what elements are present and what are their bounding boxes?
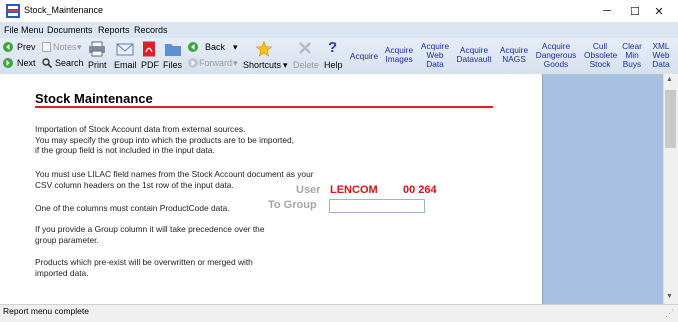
star-icon xyxy=(256,41,272,57)
group-label: To Group xyxy=(268,199,317,211)
forward-icon xyxy=(188,58,198,68)
scroll-down-icon[interactable]: ▼ xyxy=(666,293,673,300)
shortcuts-dropdown-icon: ▾ xyxy=(283,60,288,70)
acquire-label: Acquire xyxy=(349,51,379,61)
prev-label: Prev xyxy=(17,42,36,52)
email-label: Email xyxy=(114,60,137,70)
text-line: imported data. xyxy=(35,267,89,278)
clear-min-buys-label-3: Buys xyxy=(622,59,642,69)
acquire-datavault-button[interactable]: Acquire Datavault xyxy=(455,46,493,64)
close-button[interactable]: ✕ xyxy=(640,0,678,22)
productcode-paragraph: One of the columns must contain ProductC… xyxy=(35,203,230,214)
text-line: Importation of Stock Account data from e… xyxy=(35,124,246,134)
shortcuts-label: Shortcuts xyxy=(243,60,282,70)
cull-obsolete-stock-button[interactable]: Cull Obsolete Stock xyxy=(584,42,617,69)
search-label: Search xyxy=(55,58,84,68)
intro-paragraph: Importation of Stock Account data from e… xyxy=(35,124,294,156)
printer-icon xyxy=(89,41,105,57)
acquire-web-data-button[interactable]: Acquire Web Data xyxy=(420,42,450,69)
user-label: User xyxy=(296,184,321,196)
acquire-dangerous-goods-label-3: Goods xyxy=(543,59,569,69)
status-bar xyxy=(0,304,678,322)
print-label: Print xyxy=(88,60,107,70)
notes-label: Notes xyxy=(53,42,77,52)
next-label: Next xyxy=(17,58,36,68)
forward-label: Forward xyxy=(199,58,233,68)
group-input[interactable] xyxy=(329,199,425,213)
clear-min-buys-button[interactable]: Clear Min Buys xyxy=(619,42,645,69)
forward-dropdown-icon: ▾ xyxy=(233,58,238,68)
delete-label: Delete xyxy=(293,60,320,70)
menu-reports[interactable]: Reports xyxy=(98,25,130,35)
acquire-images-label-2: Images xyxy=(385,54,413,64)
help-icon: ? xyxy=(328,39,338,56)
menu-documents[interactable]: Documents xyxy=(47,25,93,35)
notes-icon xyxy=(42,42,51,52)
pdf-icon xyxy=(143,41,155,57)
text-line: group parameter. xyxy=(35,234,99,245)
xml-web-data-button[interactable]: XML Web Data xyxy=(647,42,675,69)
xml-web-data-label-3: Data xyxy=(652,59,670,69)
scroll-thumb[interactable] xyxy=(665,90,676,148)
acquire-web-data-label-3: Data xyxy=(426,59,444,69)
notes-dropdown-icon: ▾ xyxy=(77,42,82,52)
text-line: You may specify the group into which the… xyxy=(35,134,294,145)
app-icon xyxy=(6,4,20,18)
resize-grip-icon[interactable]: ⋰ xyxy=(665,308,674,319)
text-line: One of the columns must contain ProductC… xyxy=(35,203,230,213)
delete-icon xyxy=(299,42,311,54)
page-title: Stock Maintenance xyxy=(35,91,153,106)
user-value: LENCOM xyxy=(330,184,378,196)
side-panel xyxy=(542,74,664,304)
acquire-nags-button[interactable]: Acquire NAGS xyxy=(498,46,530,64)
email-icon xyxy=(116,43,134,56)
arrow-left-icon xyxy=(3,42,13,52)
acquire-button[interactable]: Acquire xyxy=(349,52,379,61)
text-line: CSV column headers on the 1st row of the… xyxy=(35,179,234,190)
scroll-up-icon[interactable]: ▲ xyxy=(666,76,673,83)
folder-icon xyxy=(165,44,181,56)
files-label: Files xyxy=(163,60,183,70)
back-dropdown-icon: ▾ xyxy=(233,42,238,52)
acquire-images-button[interactable]: Acquire Images xyxy=(384,46,414,64)
overwrite-paragraph: Products which pre-exist will be overwri… xyxy=(35,257,253,278)
back-icon xyxy=(188,42,198,52)
group-column-paragraph: If you provide a Group column it will ta… xyxy=(35,224,265,245)
acquire-datavault-label-2: Datavault xyxy=(456,54,492,64)
menu-records[interactable]: Records xyxy=(134,25,168,35)
text-line: If you provide a Group column it will ta… xyxy=(35,224,265,234)
window-title: Stock_Maintenance xyxy=(24,5,104,15)
user-code: 00 264 xyxy=(403,184,437,196)
text-line: You must use LILAC field names from the … xyxy=(35,169,314,179)
text-line: if the group field is not included in th… xyxy=(35,145,215,156)
back-label: Back xyxy=(205,42,226,52)
field-names-paragraph: You must use LILAC field names from the … xyxy=(35,169,314,190)
title-underline xyxy=(35,106,493,108)
pdf-label: PDF xyxy=(141,60,159,70)
acquire-nags-label-2: NAGS xyxy=(502,54,526,64)
menu-file[interactable]: File Menu xyxy=(4,25,44,35)
status-text: Report menu complete xyxy=(3,306,89,316)
arrow-right-icon xyxy=(3,58,13,68)
help-label: Help xyxy=(324,60,343,70)
acquire-dangerous-goods-button[interactable]: Acquire Dangerous Goods xyxy=(534,42,578,69)
text-line: Products which pre-exist will be overwri… xyxy=(35,257,253,267)
cull-obsolete-stock-label-3: Stock xyxy=(589,59,611,69)
search-icon xyxy=(42,58,52,68)
